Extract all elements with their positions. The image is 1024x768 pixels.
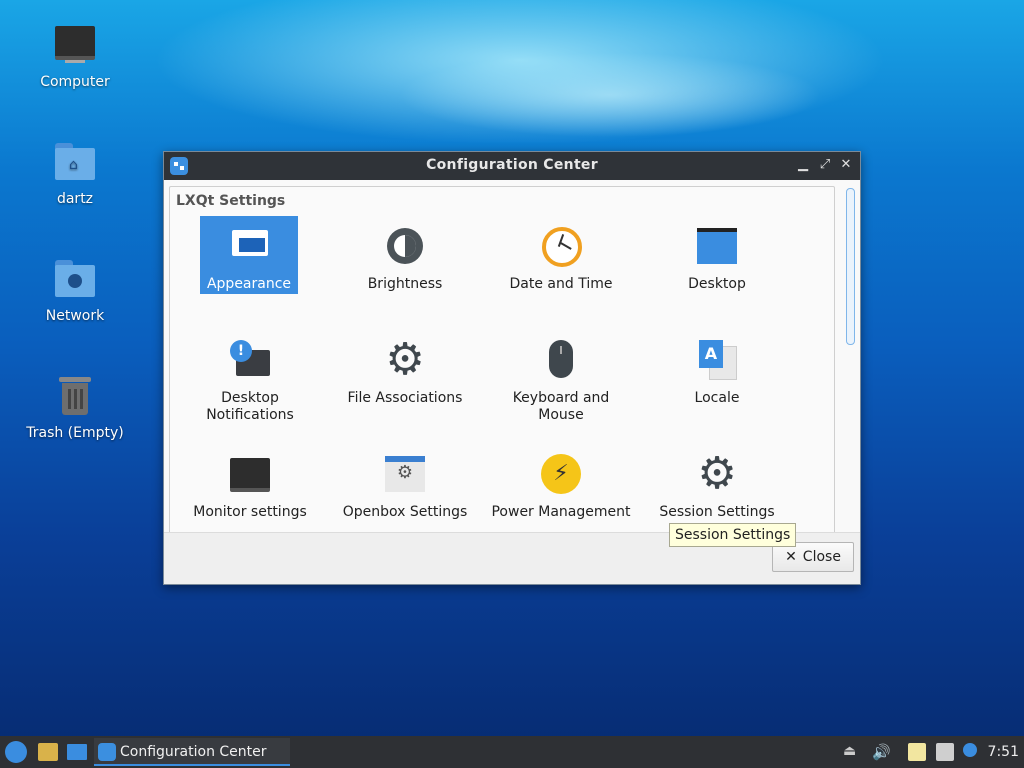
settings-panel: LXQt Settings Appearance Brightness Date… [164, 180, 860, 533]
brightness-icon [383, 224, 427, 268]
item-label: Session Settings [659, 504, 775, 520]
item-label: Keyboard and Mouse [512, 390, 610, 423]
gear-icon: ⚙ [697, 448, 737, 499]
network-folder-icon [53, 258, 97, 302]
notification-tray-icon[interactable] [963, 743, 981, 761]
mouse-icon [539, 338, 583, 382]
item-label: Monitor settings [193, 504, 307, 520]
item-date-and-time[interactable]: Date and Time [491, 224, 631, 295]
item-label: Openbox Settings [342, 504, 468, 520]
volume-icon[interactable]: 🔊 [872, 743, 891, 761]
item-desktop[interactable]: Desktop [647, 224, 787, 295]
desktop-icon-computer[interactable]: Computer [20, 24, 130, 90]
item-appearance[interactable]: Appearance [200, 216, 298, 294]
home-folder-icon: ⌂ [53, 141, 97, 185]
item-label: Date and Time [509, 276, 613, 292]
scrollbar-thumb[interactable] [846, 188, 855, 345]
desktop-icon-home[interactable]: ⌂ dartz [20, 141, 130, 207]
tooltip: Session Settings [669, 523, 797, 547]
configuration-center-window: Configuration Center ▁ ⤢ ✕ LXQt Settings… [163, 151, 861, 585]
main-menu-icon[interactable] [5, 741, 27, 763]
group-title: LXQt Settings [176, 193, 286, 209]
window-titlebar[interactable]: Configuration Center ▁ ⤢ ✕ [164, 152, 860, 180]
close-icon: ✕ [785, 549, 797, 565]
window-title: Configuration Center [426, 157, 598, 173]
settings-group: LXQt Settings Appearance Brightness Date… [169, 186, 835, 532]
desktop-icon-label: Computer [40, 74, 110, 90]
network-icon[interactable] [936, 743, 954, 761]
item-locale[interactable]: A Locale [647, 338, 787, 409]
item-openbox-settings[interactable]: ⚙ Openbox Settings [335, 452, 475, 523]
taskbar: Configuration Center ⏏ 🔊 7:51 [0, 736, 1024, 768]
computer-icon [53, 24, 97, 68]
item-label: Appearance [206, 276, 292, 292]
desktop-icon-label: Network [45, 308, 105, 324]
item-brightness[interactable]: Brightness [335, 224, 475, 295]
desktop-icon-network[interactable]: Network [20, 258, 130, 324]
item-desktop-notifications[interactable]: ! Desktop Notifications [180, 338, 320, 426]
openbox-icon: ⚙ [383, 452, 427, 496]
desktop-icon-trash[interactable]: Trash (Empty) [20, 375, 130, 441]
file-manager-icon[interactable] [38, 743, 58, 761]
trash-icon [53, 375, 97, 419]
power-icon: ⚡ [539, 452, 583, 496]
locale-icon: A [695, 338, 739, 382]
item-label: Locale [694, 390, 740, 406]
app-icon [98, 743, 116, 761]
close-window-button[interactable]: ✕ [837, 156, 855, 174]
clipboard-icon[interactable] [908, 743, 926, 761]
maximize-button[interactable]: ⤢ [816, 156, 834, 174]
item-keyboard-and-mouse[interactable]: Keyboard and Mouse [491, 338, 631, 426]
clock[interactable]: 7:51 [988, 744, 1019, 760]
task-configuration-center[interactable]: Configuration Center [94, 738, 290, 766]
item-monitor-settings[interactable]: Monitor settings [180, 452, 320, 523]
appearance-icon [227, 224, 271, 268]
task-label: Configuration Center [120, 744, 267, 760]
item-file-associations[interactable]: ⚙ File Associations [335, 338, 475, 409]
item-label: Brightness [367, 276, 443, 292]
item-label: Desktop Notifications [206, 390, 294, 423]
item-session-settings[interactable]: ⚙ Session Settings [647, 452, 787, 523]
item-label: Desktop [688, 276, 746, 292]
item-label: File Associations [347, 390, 463, 406]
gear-icon: ⚙ [385, 334, 425, 385]
desktop-icon-label: Trash (Empty) [26, 425, 124, 441]
eject-icon[interactable]: ⏏ [843, 743, 861, 761]
item-power-management[interactable]: ⚡ Power Management [491, 452, 631, 523]
notification-icon: ! [228, 338, 272, 382]
desktop-icon [695, 224, 739, 268]
minimize-button[interactable]: ▁ [794, 156, 812, 174]
clock-icon [539, 224, 583, 268]
desktop-icon-label: dartz [56, 191, 94, 207]
monitor-icon [228, 452, 272, 496]
vertical-scrollbar[interactable] [845, 186, 855, 526]
close-button-label: Close [802, 549, 841, 565]
show-desktop-icon[interactable] [67, 744, 87, 760]
item-label: Power Management [491, 504, 631, 520]
